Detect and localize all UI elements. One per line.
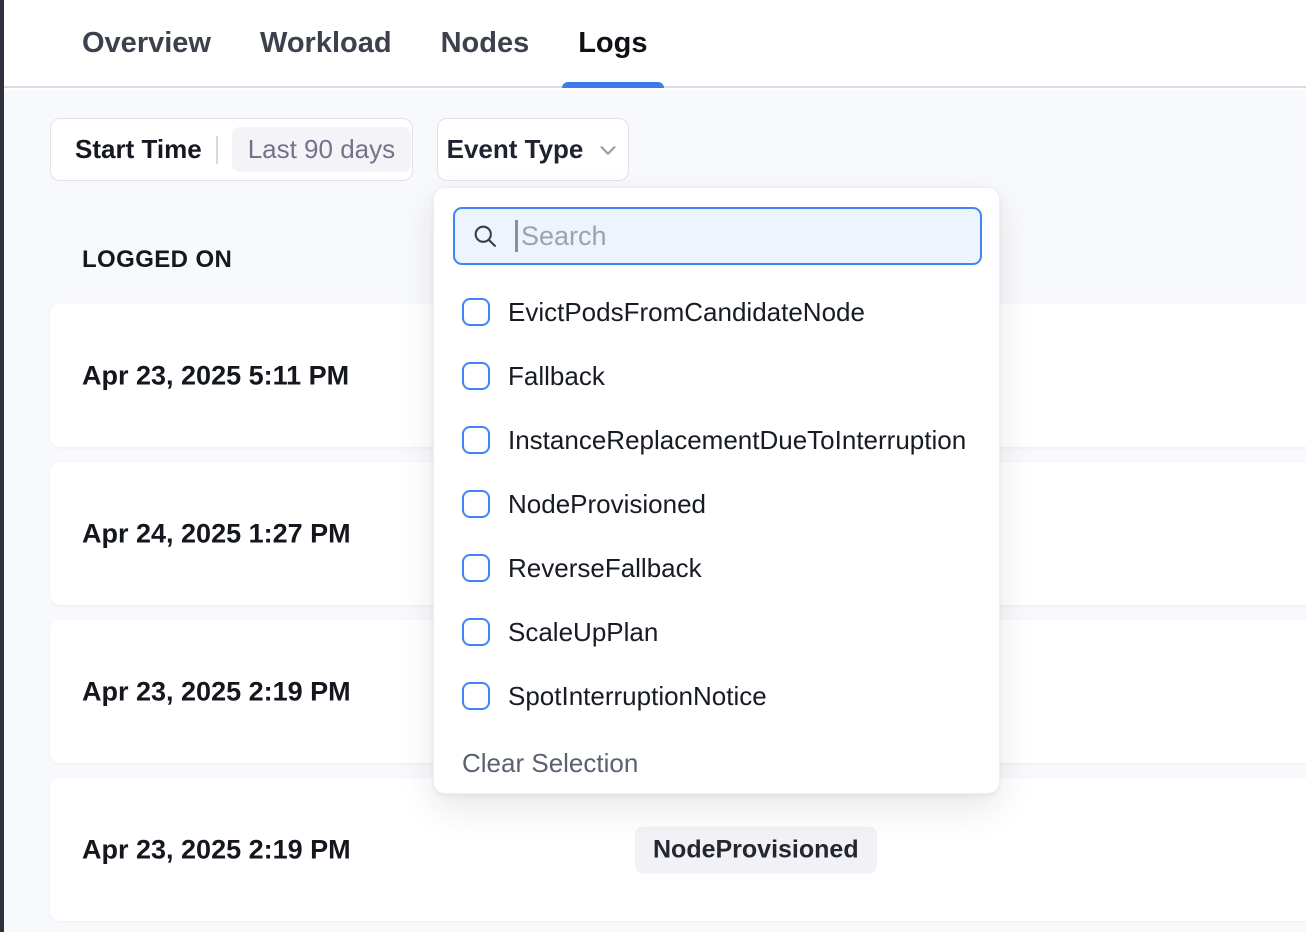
checkbox-icon[interactable] xyxy=(462,490,490,518)
active-tab-indicator xyxy=(562,82,663,88)
chevron-down-icon xyxy=(597,139,619,161)
dropdown-search-input[interactable] xyxy=(518,221,964,252)
event-type-filter-label: Event Type xyxy=(447,134,584,165)
tab-logs[interactable]: Logs xyxy=(562,0,663,86)
checkbox-icon[interactable] xyxy=(462,682,490,710)
option-nodeprovisioned[interactable]: NodeProvisioned xyxy=(462,472,980,536)
event-type-dropdown-panel: EvictPodsFromCandidateNode Fallback Inst… xyxy=(433,187,1000,794)
checkbox-icon[interactable] xyxy=(462,426,490,454)
tab-nodes[interactable]: Nodes xyxy=(425,0,546,86)
search-icon xyxy=(471,222,499,250)
clear-selection-button[interactable]: Clear Selection xyxy=(453,748,638,779)
top-tab-bar: Overview Workload Nodes Logs xyxy=(4,0,1306,88)
checkbox-icon[interactable] xyxy=(462,618,490,646)
event-type-option-list: EvictPodsFromCandidateNode Fallback Inst… xyxy=(453,280,980,728)
window-left-edge xyxy=(0,0,4,932)
logged-on-value: Apr 23, 2025 2:19 PM xyxy=(82,676,351,707)
tab-workload-label: Workload xyxy=(260,27,392,60)
logged-on-value: Apr 23, 2025 2:19 PM xyxy=(82,834,351,865)
option-instancereplacementduetointerruption[interactable]: InstanceReplacementDueToInterruption xyxy=(462,408,980,472)
option-label: SpotInterruptionNotice xyxy=(508,681,767,712)
filter-bar: Start Time Last 90 days Event Type xyxy=(50,118,629,181)
option-reversefallback[interactable]: ReverseFallback xyxy=(462,536,980,600)
tab-nodes-label: Nodes xyxy=(441,27,530,60)
logged-on-value: Apr 24, 2025 1:27 PM xyxy=(82,518,351,549)
option-scaleupplan[interactable]: ScaleUpPlan xyxy=(462,600,980,664)
tab-overview[interactable]: Overview xyxy=(66,0,227,86)
start-time-filter-label: Start Time xyxy=(75,134,202,165)
checkbox-icon[interactable] xyxy=(462,362,490,390)
option-label: Fallback xyxy=(508,361,605,392)
checkbox-icon[interactable] xyxy=(462,554,490,582)
option-label: InstanceReplacementDueToInterruption xyxy=(508,425,966,456)
option-label: ScaleUpPlan xyxy=(508,617,658,648)
log-row: Apr 23, 2025 2:19 PM NodeProvisioned xyxy=(50,778,1306,921)
option-label: ReverseFallback xyxy=(508,553,702,584)
option-label: EvictPodsFromCandidateNode xyxy=(508,297,865,328)
app-root: Overview Workload Nodes Logs Start Time … xyxy=(0,0,1306,932)
option-evictpodsfromcandidatenode[interactable]: EvictPodsFromCandidateNode xyxy=(462,280,980,344)
option-spotinterruptionnotice[interactable]: SpotInterruptionNotice xyxy=(462,664,980,728)
dropdown-search-field[interactable] xyxy=(453,207,982,265)
filter-divider xyxy=(216,136,218,164)
option-label: NodeProvisioned xyxy=(508,489,706,520)
tab-workload[interactable]: Workload xyxy=(244,0,408,86)
option-fallback[interactable]: Fallback xyxy=(462,344,980,408)
event-type-badge: NodeProvisioned xyxy=(635,826,877,873)
tab-overview-label: Overview xyxy=(82,27,211,60)
start-time-filter-button[interactable]: Start Time Last 90 days xyxy=(50,118,413,181)
start-time-filter-value: Last 90 days xyxy=(232,127,411,172)
logged-on-value: Apr 23, 2025 5:11 PM xyxy=(82,360,349,391)
column-header-logged-on: LOGGED ON xyxy=(82,246,232,274)
event-type-filter-button[interactable]: Event Type xyxy=(437,118,629,181)
checkbox-icon[interactable] xyxy=(462,298,490,326)
tab-logs-label: Logs xyxy=(578,27,647,60)
